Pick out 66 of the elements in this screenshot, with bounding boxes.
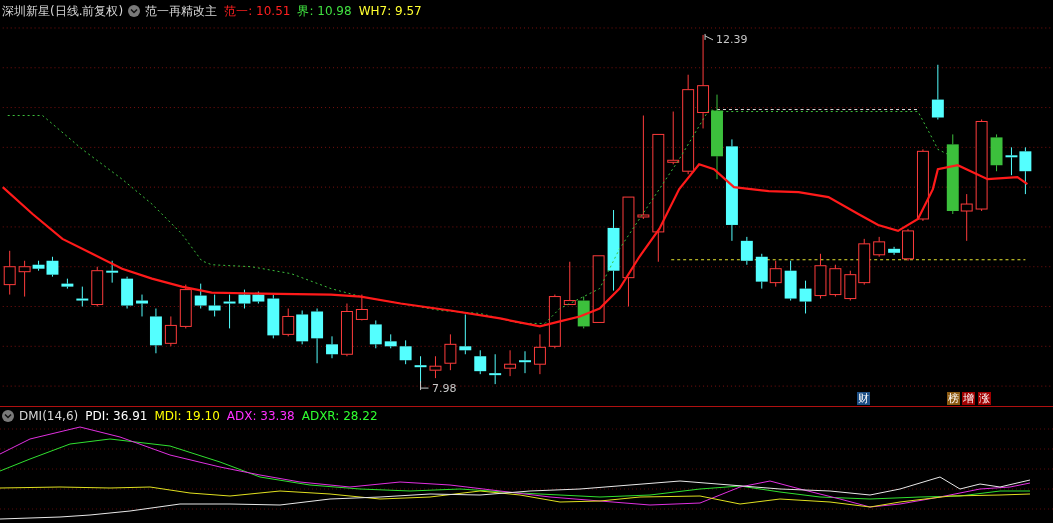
- candlestick: [414, 355, 427, 384]
- candlestick: [121, 276, 134, 309]
- candlestick: [61, 278, 74, 290]
- candlestick: [91, 266, 104, 307]
- candlestick: [667, 111, 680, 165]
- candlestick: [106, 260, 119, 284]
- candlestick: [326, 335, 338, 359]
- dropdown-chevron-icon[interactable]: [2, 409, 14, 422]
- candlestick: [238, 289, 251, 309]
- candlestick: [164, 315, 177, 347]
- candlestick: [355, 294, 368, 321]
- candlestick: [223, 294, 236, 329]
- legend-value: MDI: 19.10: [154, 408, 220, 423]
- candlestick: [769, 260, 782, 288]
- candlestick: [3, 250, 16, 296]
- low-price-label: 7.98: [432, 383, 457, 395]
- candlestick: [990, 133, 1003, 172]
- candlestick: [267, 294, 280, 339]
- candlestick: [755, 253, 768, 290]
- candlestick: [577, 296, 590, 329]
- legend-value: PDI: 36.91: [85, 408, 148, 423]
- candlestick: [444, 333, 457, 371]
- legend-value: 范一: 10.51: [224, 2, 291, 20]
- event-badge[interactable]: 财: [857, 392, 870, 405]
- candlestick: [533, 333, 546, 375]
- candlestick: [384, 333, 397, 349]
- candlestick: [592, 255, 605, 323]
- candlestick: [829, 264, 842, 298]
- leader-line: [420, 380, 429, 391]
- candlestick: [814, 253, 827, 300]
- candlestick: [399, 339, 412, 365]
- event-badge[interactable]: 增: [962, 392, 975, 405]
- dropdown-chevron-icon[interactable]: [128, 5, 141, 17]
- indicator-name: DMI(14,6): [19, 408, 79, 423]
- candlestick: [311, 308, 324, 364]
- chart-title: 深圳新星(日线.前复权): [2, 2, 124, 20]
- candlestick: [474, 349, 487, 375]
- candlestick: [194, 283, 207, 309]
- legend-value: 界: 10.98: [297, 2, 352, 20]
- candlestick: [282, 308, 295, 337]
- candlestick: [548, 294, 561, 349]
- candlestick: [369, 319, 382, 349]
- candlestick: [76, 286, 89, 307]
- candlestick: [740, 236, 753, 266]
- indicator-name: 范一再精改主: [145, 2, 218, 20]
- candlestick: [784, 260, 797, 302]
- candlestick: [873, 236, 886, 258]
- legend-value: ADXR: 28.22: [301, 408, 378, 423]
- candlestick: [296, 310, 309, 345]
- event-badge[interactable]: 涨: [978, 392, 991, 405]
- candlestick: [563, 261, 576, 305]
- candlestick: [179, 284, 192, 329]
- leader-line: [704, 33, 714, 41]
- legend-value: ADX: 33.38: [226, 408, 295, 423]
- candlestick: [429, 355, 442, 379]
- candlestick: [208, 294, 221, 317]
- candlestick: [504, 349, 517, 377]
- candlestick: [799, 280, 812, 314]
- event-badge[interactable]: 榜: [947, 392, 960, 405]
- legend-value: WH7: 9.57: [358, 4, 422, 18]
- candlestick: [489, 353, 502, 385]
- candlestick: [340, 303, 353, 357]
- candlestick: [459, 313, 472, 355]
- high-price-label: 12.39: [716, 34, 748, 46]
- candlestick: [519, 350, 531, 374]
- candlestick: [931, 64, 944, 120]
